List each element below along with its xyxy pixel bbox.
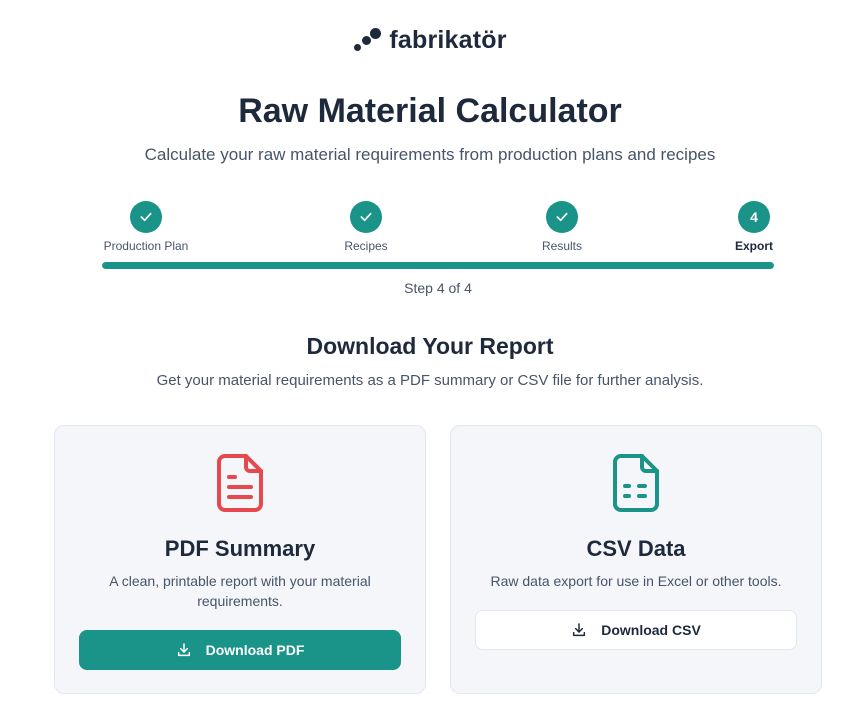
file-text-icon: [217, 454, 263, 512]
step-complete-indicator: [130, 201, 162, 233]
brand-name: fabrikatör: [389, 26, 507, 54]
step-label: Production Plan: [103, 239, 189, 253]
step-export[interactable]: 4 Export: [722, 201, 786, 253]
step-number: 4: [738, 201, 770, 233]
page: fabrikatör Raw Material Calculator Calcu…: [0, 0, 860, 711]
section-description: Get your material requirements as a PDF …: [156, 372, 704, 389]
check-icon: [140, 212, 152, 222]
step-production-plan[interactable]: Production Plan: [102, 201, 190, 253]
card-description: Raw data export for use in Excel or othe…: [490, 573, 782, 589]
pdf-summary-card: PDF Summary A clean, printable report wi…: [54, 425, 426, 694]
page-subtitle: Calculate your raw material requirements…: [144, 145, 716, 164]
download-icon: [573, 623, 586, 637]
download-icon: [177, 643, 190, 657]
step-label: Results: [541, 239, 582, 253]
card-title: PDF Summary: [164, 536, 316, 561]
step-complete-indicator: [350, 201, 382, 233]
page-title: Raw Material Calculator: [238, 92, 622, 130]
progress-bar: [102, 262, 774, 269]
step-label: Recipes: [344, 239, 388, 253]
progress-fill: [102, 262, 774, 269]
logo-dots-icon: [353, 27, 382, 55]
brand-logo[interactable]: fabrikatör: [0, 26, 860, 55]
step-label: Export: [734, 239, 773, 253]
card-title: CSV Data: [586, 536, 686, 561]
download-csv-button[interactable]: Download CSV: [475, 610, 797, 650]
stepper: Production Plan Recipes Results 4 Export…: [102, 201, 774, 301]
card-description: A clean, printable report with your mate…: [109, 573, 371, 609]
check-icon: [360, 212, 372, 222]
button-label: Download PDF: [205, 642, 305, 658]
check-icon: [556, 212, 568, 222]
step-complete-indicator: [546, 201, 578, 233]
file-spreadsheet-icon: [613, 454, 659, 512]
step-count: Step 4 of 4: [404, 280, 472, 296]
button-label: Download CSV: [601, 622, 701, 638]
step-recipes[interactable]: Recipes: [330, 201, 402, 253]
download-pdf-button[interactable]: Download PDF: [79, 630, 401, 670]
step-results[interactable]: Results: [526, 201, 598, 253]
section-title: Download Your Report: [306, 333, 554, 359]
csv-data-card: CSV Data Raw data export for use in Exce…: [450, 425, 822, 694]
